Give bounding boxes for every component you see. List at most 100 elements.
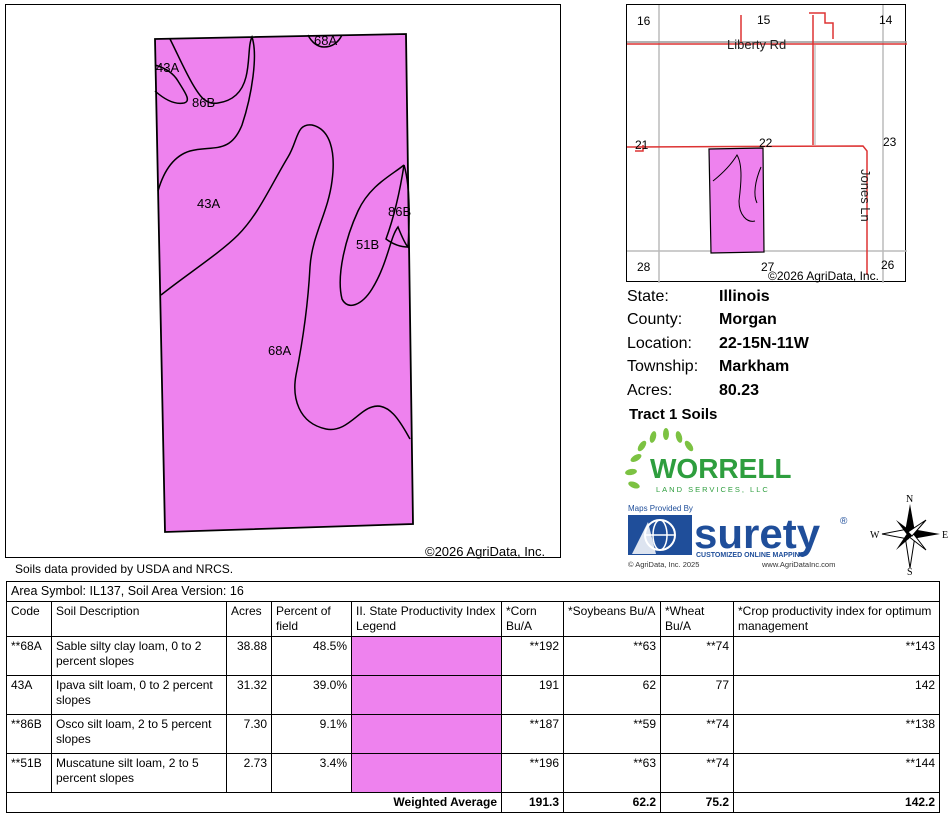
cell-corn: 191 xyxy=(501,675,564,715)
surety-reg: ® xyxy=(840,516,848,527)
cell-acres: 7.30 xyxy=(226,714,272,754)
section-22: 22 xyxy=(759,136,773,150)
cell-corn: **196 xyxy=(501,753,564,793)
cell-wheat: 77 xyxy=(660,675,734,715)
cell-soy: 62 xyxy=(563,675,661,715)
cell-code: **68A xyxy=(6,636,52,676)
county-value: Morgan xyxy=(719,311,777,329)
soil-table: Area Symbol: IL137, Soil Area Version: 1… xyxy=(5,581,941,813)
cell-legend-swatch xyxy=(351,636,502,676)
weighted-average-row: Weighted Average 191.3 62.2 75.2 142.2 xyxy=(6,792,941,813)
cell-acres: 31.32 xyxy=(226,675,272,715)
cell-legend-swatch xyxy=(351,714,502,754)
header-corn: *Corn Bu/A xyxy=(501,601,564,637)
cell-pct: 39.0% xyxy=(271,675,352,715)
cell-code: 43A xyxy=(6,675,52,715)
table-row: **51B Muscatune silt loam, 2 to 5 percen… xyxy=(6,753,941,793)
section-15: 15 xyxy=(757,13,771,27)
cell-code: **86B xyxy=(6,714,52,754)
table-header-row: Code Soil Description Acres Percent of f… xyxy=(6,601,941,637)
state-value: Illinois xyxy=(719,287,770,305)
cell-code: **51B xyxy=(6,753,52,793)
cell-cpi: **144 xyxy=(732,753,941,793)
area-symbol-row: Area Symbol: IL137, Soil Area Version: 1… xyxy=(5,581,941,602)
map-label-43a-top: 43A xyxy=(156,60,179,75)
cell-desc: Muscatune silt loam, 2 to 5 percent slop… xyxy=(51,753,227,793)
liberty-road-label: Liberty Rd xyxy=(727,37,786,52)
section-23: 23 xyxy=(883,135,897,149)
compass-w: W xyxy=(870,530,880,541)
cell-acres: 38.88 xyxy=(226,636,272,676)
map-label-86b-top: 86B xyxy=(192,95,215,110)
cell-desc: Osco silt loam, 2 to 5 percent slopes xyxy=(51,714,227,754)
tract-title: Tract 1 Soils xyxy=(629,406,718,423)
section-28: 28 xyxy=(637,260,651,274)
surety-tagline: CUSTOMIZED ONLINE MAPPING xyxy=(696,552,806,559)
cell-cpi: **143 xyxy=(732,636,941,676)
source-note: Soils data provided by USDA and NRCS. xyxy=(15,562,234,576)
section-26: 26 xyxy=(881,258,895,272)
worrell-name: WORRELL xyxy=(650,453,792,484)
map-label-68a-mid: 68A xyxy=(268,343,291,358)
surety-url: www.AgriDataInc.com xyxy=(761,560,835,569)
header-pct: Percent of field xyxy=(271,601,352,637)
soil-table-container: Area Symbol: IL137, Soil Area Version: 1… xyxy=(5,581,941,813)
location-value: 22-15N-11W xyxy=(719,334,809,352)
cell-wheat: **74 xyxy=(660,714,734,754)
table-row: **68A Sable silty clay loam, 0 to 2 perc… xyxy=(6,636,941,676)
cell-corn: **187 xyxy=(501,714,564,754)
state-label: State: xyxy=(627,287,669,305)
info-row-state: State: Illinois xyxy=(627,285,947,309)
info-row-county: County: Morgan xyxy=(627,309,947,333)
cell-legend-swatch xyxy=(351,675,502,715)
acres-value: 80.23 xyxy=(719,381,760,399)
cell-pct: 3.4% xyxy=(271,753,352,793)
weighted-cpi: 142.2 xyxy=(732,792,941,813)
weighted-average-label: Weighted Average xyxy=(6,792,502,813)
worrell-sub: LAND SERVICES, LLC xyxy=(656,485,770,494)
surety-logo-drawing: Maps Provided By surety ® CUSTOMIZED ONL… xyxy=(628,504,848,569)
header-soy: *Soybeans Bu/A xyxy=(563,601,661,637)
cell-cpi: **138 xyxy=(732,714,941,754)
locator-map: 16 15 14 21 22 23 28 27 26 Liberty Rd Jo… xyxy=(626,4,907,283)
soil-map-drawing: 68A 43A 86B 43A 86B 51B 68A ©2026 AgriDa… xyxy=(154,33,545,559)
section-16: 16 xyxy=(637,14,651,28)
compass-drawing: N S W E xyxy=(870,494,948,578)
info-row-township: Township: Markham xyxy=(627,356,947,380)
compass-e: E xyxy=(942,530,948,541)
compass-n: N xyxy=(906,494,913,505)
cell-soy: **59 xyxy=(563,714,661,754)
acres-label: Acres: xyxy=(627,381,673,399)
compass-s: S xyxy=(907,567,913,576)
worrell-leaf-icon: WORRELL LAND SERVICES, LLC xyxy=(625,428,792,494)
header-desc: Soil Description xyxy=(51,601,227,637)
locator-copyright: ©2026 AgriData, Inc. xyxy=(768,269,879,283)
compass-rose-icon: N S W E xyxy=(870,492,950,578)
header-wheat: *Wheat Bu/A xyxy=(660,601,734,637)
cell-corn: **192 xyxy=(501,636,564,676)
surety-logo: Maps Provided By surety ® CUSTOMIZED ONL… xyxy=(626,502,856,572)
township-label: Township: xyxy=(627,358,699,376)
cell-pct: 48.5% xyxy=(271,636,352,676)
tract-info: State: Illinois County: Morgan Location:… xyxy=(627,285,947,403)
surety-name: surety xyxy=(694,510,821,557)
cell-soy: **63 xyxy=(563,636,661,676)
jones-lane-label: Jones Ln xyxy=(858,169,873,222)
main-map-copyright: ©2026 AgriData, Inc. xyxy=(425,544,545,559)
cell-soy: **63 xyxy=(563,753,661,793)
cell-desc: Sable silty clay loam, 0 to 2 percent sl… xyxy=(51,636,227,676)
header-acres: Acres xyxy=(226,601,272,637)
cell-desc: Ipava silt loam, 0 to 2 percent slopes xyxy=(51,675,227,715)
map-label-86b-right: 86B xyxy=(388,204,411,219)
surety-provided-by: Maps Provided By xyxy=(628,504,693,513)
locator-map-drawing: 16 15 14 21 22 23 28 27 26 Liberty Rd Jo… xyxy=(626,5,907,283)
soil-map: 68A 43A 86B 43A 86B 51B 68A ©2026 AgriDa… xyxy=(5,4,561,559)
header-legend: II. State Productivity Index Legend xyxy=(351,601,502,637)
table-row: **86B Osco silt loam, 2 to 5 percent slo… xyxy=(6,714,941,754)
township-value: Markham xyxy=(719,358,790,376)
surety-globe-icon xyxy=(628,515,692,555)
header-code: Code xyxy=(6,601,52,637)
info-row-acres: Acres: 80.23 xyxy=(627,379,947,403)
map-label-43a-mid: 43A xyxy=(197,196,220,211)
cell-wheat: **74 xyxy=(660,636,734,676)
